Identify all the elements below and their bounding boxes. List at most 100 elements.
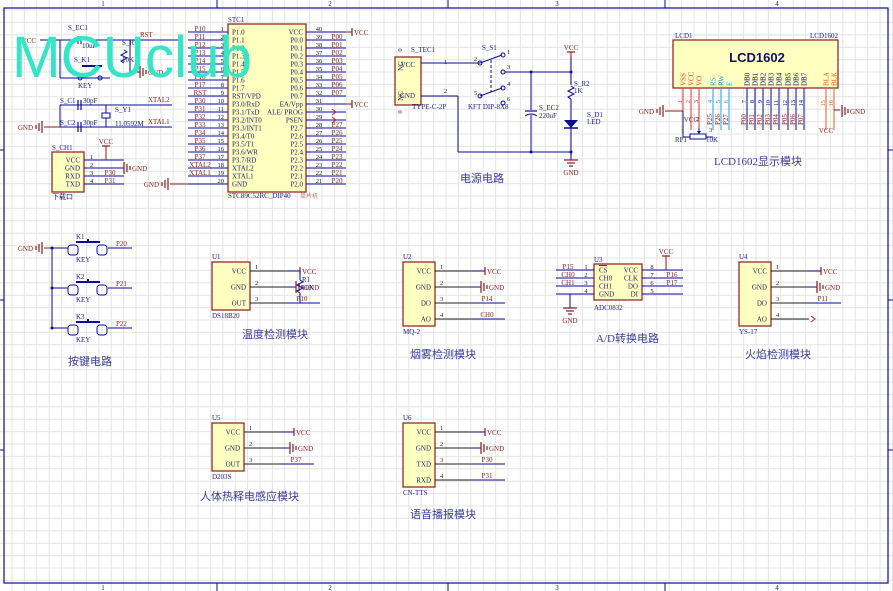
mcu-pin-name: VCC (289, 29, 304, 37)
schematic-canvas: 11223344STC11 P1.0P102 P1.1P113 P1.2P124 P1.… (0, 0, 893, 591)
typec-pin-number: 2 (444, 88, 447, 95)
lcd-net-label: P02 (756, 114, 764, 125)
module-pin-name: GND (416, 445, 431, 453)
pin-name: GND (65, 165, 80, 173)
module-pin-number: 4 (440, 473, 444, 480)
lcd-pin-name: DB5 (785, 72, 793, 86)
module-part: YS-17 (739, 328, 758, 336)
adc-net-label: P15 (563, 263, 574, 271)
potentiometer-symbol (689, 133, 707, 140)
module-pin-number: 2 (440, 441, 443, 448)
lcd-net-label: P00 (740, 114, 748, 125)
mcu-pin-number: 36 (316, 58, 323, 65)
key-net-label: P20 (116, 240, 127, 248)
module-pin-name: VCC (232, 268, 247, 276)
key-ref: K1 (76, 233, 85, 241)
net-label: P30 (105, 169, 116, 177)
mcu-pin-number: 35 (316, 66, 323, 73)
mcu-pin-number: 37 (316, 50, 323, 57)
key-value: KEY (76, 256, 90, 264)
c1-ref: S_C1 (60, 97, 76, 105)
module-caption: 烟雾检测模块 (410, 347, 476, 361)
mcu-pin-number: 16 (218, 146, 225, 153)
module-pin-name: AO (757, 316, 767, 324)
mcu-pin-number: 26 (316, 138, 323, 145)
gnd-net-label: GND (144, 181, 159, 189)
module-ref: U2 (403, 253, 412, 261)
mcu-net-label: P36 (195, 145, 206, 153)
mcu-net-label: P01 (332, 41, 343, 49)
crystal-symbol (101, 112, 111, 119)
mcu-pin-name: P3.2/INT0 (232, 117, 262, 125)
gnd-net-label: GND (18, 124, 33, 132)
key-ref: K3 (76, 313, 85, 321)
lcd-pin-number: 15 (820, 100, 827, 107)
lcd-net-label: P06 (789, 114, 797, 125)
module-pin-name: VCC (753, 268, 768, 276)
net-label: P31 (105, 177, 116, 185)
gnd-net-label: GND (489, 284, 504, 292)
module-pin-name: DO (421, 300, 431, 308)
keys-caption: 按键电路 (68, 354, 112, 368)
typec-part: TYPE-C-2P (412, 103, 446, 111)
module-pin-name: GND (752, 284, 767, 292)
switch-ref: S_S1 (482, 44, 497, 52)
mcu-net-label: P20 (332, 177, 343, 185)
mcu-pin-name: P0.1 (290, 45, 303, 53)
adc-net-label: CH0 (561, 271, 575, 279)
power-cap-ref: S_EC2 (539, 104, 559, 112)
zone-label-bottom: 2 (328, 584, 332, 591)
mcu-net-label: P00 (332, 33, 343, 41)
c2-value: 30pF (83, 119, 98, 127)
lcd-part: LCD1602 (810, 32, 839, 40)
module-net-label: P31 (482, 472, 493, 480)
mcu-net-label: P04 (332, 65, 343, 73)
mcu-pin-number: 21 (316, 178, 323, 185)
gnd-net-label: GND (562, 317, 577, 325)
mcu-net-label: P02 (332, 49, 343, 57)
module-pin-number: 1 (255, 264, 258, 271)
module-pin-name: GND (225, 445, 240, 453)
typec-ref: S_TEC1 (411, 46, 436, 54)
lcd-pin-number: 16 (828, 99, 835, 106)
mcu-pin-number: 13 (218, 122, 225, 129)
switch-pin-number: 2 (474, 56, 477, 63)
zone-label-top: 2 (328, 0, 332, 8)
lcd-pin-number: 2 (685, 100, 692, 103)
module-pin-name: VCC (417, 429, 432, 437)
adc-net-label: P16 (667, 271, 678, 279)
mcu-net-label: P33 (195, 121, 206, 129)
module-pin-number: 2 (255, 280, 258, 287)
key-value: KEY (76, 336, 90, 344)
vcc-net-label: VCC (302, 268, 317, 276)
mcu-pin-number: 34 (316, 74, 323, 81)
mcu-pin-number: 32 (316, 90, 323, 97)
mcu-pin-name: P3.0/RxD (232, 101, 260, 109)
mcu-net-label: P31 (195, 105, 206, 113)
xtal1-label: XTAL1 (148, 118, 170, 126)
adc-pin-name: GND (599, 291, 614, 299)
typec-nc: NC (397, 91, 405, 101)
module-pin-number: 3 (255, 296, 258, 303)
module-pin-name: GND (231, 284, 246, 292)
module-pin-name: DO (757, 300, 767, 308)
mcu-pin-number: 9 (221, 90, 224, 97)
module-pin-name: VCC (417, 268, 432, 276)
adc-pin-name: CLK (624, 275, 638, 283)
mcu-pin-number: 22 (316, 170, 323, 177)
typec-zero: 0 (397, 110, 404, 113)
module-pin-name: RXD (416, 477, 431, 485)
led-value: LED (587, 118, 601, 126)
vcc-net-label: VCC (564, 44, 579, 52)
mcu-pin-number: 11 (218, 106, 224, 113)
mcu-net-label: P22 (332, 161, 343, 169)
mcu-net-label: P21 (332, 169, 343, 177)
lcd-net-label: P27 (722, 114, 730, 125)
bla-vcc-label: VCC (819, 127, 834, 135)
module-ref: U1 (212, 253, 221, 261)
adc-pin-number: 8 (650, 264, 653, 271)
mcu-pin-name: P2.0 (290, 181, 303, 189)
zone-label-top: 3 (555, 0, 559, 8)
module-pin-number: 1 (776, 264, 779, 271)
gnd-net-label: GND (563, 169, 578, 177)
